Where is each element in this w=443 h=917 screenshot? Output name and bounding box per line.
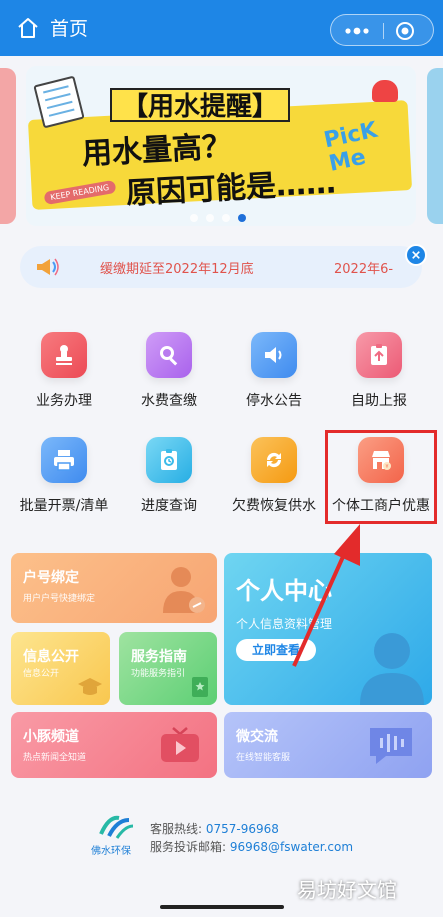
refresh-icon [251, 437, 297, 483]
card-info-disclosure[interactable]: 信息公开 信息公开 [11, 632, 110, 705]
card-subtitle: 在线智能客服 [236, 753, 291, 763]
banner-next-slide[interactable] [427, 68, 443, 224]
card-subtitle: 热点新闻全知道 [23, 753, 87, 763]
notice-bar[interactable]: 缓缴期延至2022年12月底 2022年6- [20, 246, 422, 288]
menu-business[interactable]: 业务办理 [9, 332, 119, 410]
annotation-arrow [292, 524, 360, 667]
voice-chat-icon [370, 728, 412, 764]
mini-program-capsule [330, 14, 434, 46]
menu-outage-notice[interactable]: 停水公告 [219, 332, 329, 410]
home-indicator [160, 905, 284, 909]
menu-progress-query[interactable]: 进度查询 [114, 437, 224, 515]
menu-label: 水费查缴 [141, 393, 197, 409]
heart-icon [372, 80, 398, 102]
banner-slide[interactable]: 【用水提醒】 用水量高？ 原因可能是…… PicK Me KEEP READIN… [26, 66, 416, 226]
card-xiaotun-channel[interactable]: 小豚频道 热点新闻全知道 [11, 712, 217, 778]
card-micro-chat[interactable]: 微交流 在线智能客服 [224, 712, 432, 778]
menu-label: 停水公告 [246, 393, 302, 409]
menu-label: 进度查询 [141, 498, 197, 514]
stamp-icon [41, 332, 87, 378]
menu-label: 自助上报 [351, 393, 407, 409]
card-service-guide[interactable]: 服务指南 功能服务指引 [119, 632, 217, 705]
menu-water-bill[interactable]: 水费查缴 [114, 332, 224, 410]
banner-carousel[interactable]: 【用水提醒】 用水量高？ 原因可能是…… PicK Me KEEP READIN… [0, 66, 443, 226]
company-brand-name: 佛水环保 [91, 846, 131, 857]
hotline-row: 客服热线: 0757-96968 [150, 820, 279, 837]
tv-icon [161, 727, 199, 762]
email-row: 服务投诉邮箱: 96968@fswater.com [150, 838, 353, 855]
menu-label: 欠费恢复供水 [232, 498, 316, 514]
banner-line-1: 用水量高？ [81, 129, 233, 172]
banner-title: 【用水提醒】 [110, 88, 291, 122]
carousel-dot-active[interactable] [238, 214, 246, 222]
watermark-text: 易坊好文馆 [297, 878, 397, 902]
carousel-dot[interactable] [206, 214, 214, 222]
card-title: 小豚频道 [23, 729, 79, 745]
hotline-number[interactable]: 0757-96968 [206, 822, 279, 836]
capsule-divider [383, 23, 384, 39]
email-label: 服务投诉邮箱: [150, 840, 227, 854]
home-icon[interactable] [16, 16, 40, 40]
carousel-dot[interactable] [190, 214, 198, 222]
speaker-icon [251, 332, 297, 378]
close-mini-program-icon[interactable] [395, 21, 415, 41]
complaint-email[interactable]: 96968@fswater.com [230, 840, 353, 854]
highlight-annotation-box [325, 430, 437, 524]
card-title: 服务指南 [131, 649, 187, 665]
menu-self-report[interactable]: 自助上报 [324, 332, 434, 410]
card-subtitle: 用户户号快捷绑定 [23, 594, 96, 604]
card-title: 信息公开 [23, 649, 79, 665]
notice-text: 缓缴期延至2022年12月底 [100, 262, 254, 277]
more-icon[interactable] [341, 23, 373, 39]
clipboard-icon [146, 437, 192, 483]
magnifier-icon [146, 332, 192, 378]
menu-label: 批量开票/清单 [19, 498, 109, 514]
card-title: 户号绑定 [23, 570, 79, 586]
close-notice-icon[interactable] [405, 244, 427, 266]
card-title: 微交流 [236, 729, 278, 745]
card-account-binding[interactable]: 户号绑定 用户户号快捷绑定 [11, 553, 217, 623]
card-subtitle: 信息公开 [23, 669, 60, 679]
hotline-label: 客服热线: [150, 822, 203, 836]
menu-batch-invoice[interactable]: 批量开票/清单 [9, 437, 119, 515]
card-subtitle: 功能服务指引 [131, 669, 186, 679]
carousel-dot[interactable] [222, 214, 230, 222]
carousel-indicator [190, 214, 246, 222]
menu-label: 业务办理 [36, 393, 92, 409]
top-bar: 首页 [0, 0, 443, 56]
menu-restore-supply[interactable]: 欠费恢复供水 [219, 437, 329, 515]
person-link-icon [163, 567, 205, 613]
wave-logo-icon [99, 815, 134, 839]
notice-text-next: 2022年6- [334, 262, 394, 277]
megaphone-icon [37, 258, 59, 276]
company-logo: 佛水环保 [91, 814, 137, 858]
banner-prev-slide[interactable] [0, 68, 16, 224]
page-title: 首页 [50, 18, 89, 40]
upload-icon [356, 332, 402, 378]
graduation-cap-icon [78, 678, 102, 695]
book-icon [192, 677, 208, 697]
printer-icon [41, 437, 87, 483]
